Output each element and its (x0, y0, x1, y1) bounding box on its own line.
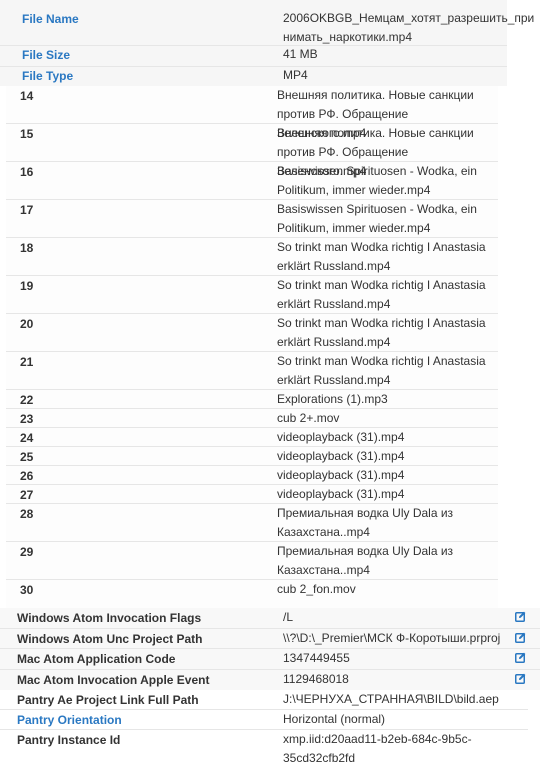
pantry-row: Pantry Ae Project Link Full Path J:\ЧЕРНУ… (0, 690, 528, 710)
atom-label: Windows Atom Unc Project Path (17, 631, 203, 646)
pantry-label: Pantry Instance Id (17, 733, 121, 747)
atom-row: Mac Atom Application Code 1347449455 (0, 649, 540, 670)
tracks-row: 19 So trinkt man Wodka richtig I Anastasi… (6, 276, 498, 314)
tracks-value: videoplayback (31).mp4 (277, 430, 405, 444)
file-name-label[interactable]: File Name (22, 12, 79, 26)
tracks-row: 16 Basiswissen Spirituosen - Wodka, ein P… (6, 162, 498, 200)
tracks-label: 17 (20, 203, 34, 217)
atom-row: Mac Atom Invocation Apple Event 112946801… (0, 670, 540, 691)
tracks-value: videoplayback (31).mp4 (277, 468, 405, 482)
tracks-label: 25 (20, 450, 34, 464)
tracks-label: 21 (20, 355, 34, 369)
tracks-row: 30 cub 2_fon.mov (6, 580, 498, 599)
tracks-value: Basiswissen Spirituosen - Wodka, ein Pol… (277, 164, 477, 197)
pantry-label: Pantry Orientation (17, 713, 122, 727)
tracks-value: cub 2_fon.mov (277, 582, 356, 596)
atom-label: Mac Atom Invocation Apple Event (17, 672, 210, 687)
tracks-value: So trinkt man Wodka richtig I Anastasia … (277, 278, 486, 311)
tracks-row: 26 videoplayback (31).mp4 (6, 466, 498, 485)
tracks-label: 14 (20, 89, 34, 103)
tracks-row: 24 videoplayback (31).mp4 (6, 428, 498, 447)
tracks-label: 29 (20, 545, 34, 559)
tracks-value: cub 2+.mov (277, 411, 340, 425)
tracks-row: 27 videoplayback (31).mp4 (6, 485, 498, 504)
tracks-label: 16 (20, 165, 34, 179)
file-name-value: 2006OKBGB_Немцам_хотят_разрешить_при ним… (283, 11, 535, 44)
atom-section: Windows Atom Invocation Flags/L Windows A… (0, 608, 540, 690)
tracks-label: 22 (20, 393, 34, 407)
tracks-value: So trinkt man Wodka richtig I Anastasia … (277, 316, 486, 349)
atom-row: Windows Atom Invocation Flags/L (0, 608, 540, 629)
tracks-value: Премиальная водка Uly Dala из Казахстана… (277, 544, 454, 577)
tracks-value: So trinkt man Wodka richtig I Anastasia … (277, 240, 486, 273)
tracks-row: 17 Basiswissen Spirituosen - Wodka, ein P… (6, 200, 498, 238)
tracks-label: 20 (20, 317, 34, 331)
tracks-label: 26 (20, 469, 34, 483)
tracks-label: 24 (20, 431, 34, 445)
pantry-row: Pantry Orientation Horizontal (normal) (0, 710, 528, 730)
atom-value: /L (283, 610, 294, 624)
atom-label: Mac Atom Application Code (17, 652, 176, 666)
tracks-row: 28 Премиальная водка Uly Dala из Казахста… (6, 504, 498, 542)
tracks-label: 30 (20, 583, 34, 597)
tracks-row: 18 So trinkt man Wodka richtig I Anastasi… (6, 238, 498, 276)
atom-row: Windows Atom Unc Project Path \\?\D:\_Pre… (0, 629, 540, 649)
tracks-value: Basiswissen Spirituosen - Wodka, ein Pol… (277, 202, 477, 235)
edit-icon[interactable] (515, 673, 526, 684)
tracks-row: 21 So trinkt man Wodka richtig I Anastasi… (6, 352, 498, 390)
file-type-value: MP4 (283, 68, 308, 82)
tracks-value: videoplayback (31).mp4 (277, 449, 405, 463)
pantry-label: Pantry Ae Project Link Full Path (17, 693, 199, 707)
atom-label: Windows Atom Invocation Flags (17, 611, 202, 625)
pantry-value: xmp.iid:d20aad11-b2eb-684c-9b5c-35cd32cf… (283, 732, 472, 765)
file-size-row: File Size 41 MB (0, 46, 507, 67)
file-size-label[interactable]: File Size (22, 48, 70, 62)
pantry-value: Horizontal (normal) (283, 712, 386, 726)
tracks-row: 22 Explorations (1).mp3 (6, 390, 498, 409)
tracks-row: 20 So trinkt man Wodka richtig I Anastasi… (6, 314, 498, 352)
edit-icon[interactable] (515, 652, 526, 663)
edit-icon[interactable] (515, 632, 526, 643)
edit-icon[interactable] (515, 611, 526, 622)
file-info-section: File Name 2006OKBGB_Немцам_хотят_разреши… (0, 0, 535, 86)
tracks-value: videoplayback (31).mp4 (277, 487, 405, 501)
tracks-value: Премиальная водка Uly Dala из Казахстана… (277, 506, 454, 539)
file-size-value: 41 MB (283, 47, 318, 61)
tracks-value: So trinkt man Wodka richtig I Anastasia … (277, 354, 486, 387)
tracks-label: 28 (20, 507, 34, 521)
tracks-value: Explorations (1).mp3 (277, 392, 388, 406)
file-type-label[interactable]: File Type (22, 69, 73, 83)
pantry-row: Pantry Instance Id xmp.iid:d20aad11-b2eb-… (0, 730, 528, 770)
atom-value: 1347449455 (283, 651, 350, 665)
tracks-row: 25 videoplayback (31).mp4 (6, 447, 498, 466)
tracks-table: 14 Внешняя политика. Новые санкции против… (6, 86, 498, 608)
tracks-row: 23 cub 2+.mov (6, 409, 498, 428)
tracks-label: 19 (20, 279, 34, 293)
pantry-section: Pantry Ae Project Link Full Path J:\ЧЕРНУ… (0, 690, 528, 770)
file-type-row: File Type MP4 (0, 67, 507, 86)
tracks-label: 23 (20, 412, 34, 426)
tracks-row: 29 Премиальная водка Uly Dala из Казахста… (6, 542, 498, 580)
tracks-label: 15 (20, 127, 34, 141)
file-name-row: File Name 2006OKBGB_Немцам_хотят_разреши… (0, 0, 535, 46)
atom-value: \\?\D:\_Premier\МСК Ф-Коротыши.prproj (283, 630, 501, 645)
tracks-label: 27 (20, 488, 34, 502)
atom-value: 1129468018 (283, 671, 349, 686)
tracks-row: 14 Внешняя политика. Новые санкции против… (6, 86, 498, 140)
tracks-label: 18 (20, 241, 34, 255)
tracks-row: 15 Внешняя политика. Новые санкции против… (6, 124, 498, 178)
pantry-value: J:\ЧЕРНУХА_СТРАННАЯ\BILD\bild.aep (283, 692, 499, 706)
